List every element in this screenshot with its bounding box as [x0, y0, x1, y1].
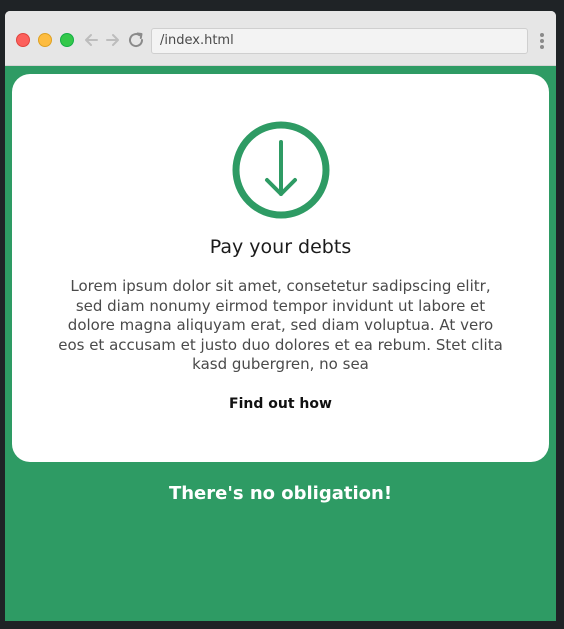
footer-tagline: There's no obligation! [168, 483, 393, 504]
card-title: Pay your debts [209, 236, 352, 258]
browser-titlebar: /index.html [5, 11, 556, 66]
browser-menu-button[interactable] [539, 33, 545, 49]
menu-dot-icon [540, 39, 544, 43]
download-arrow-circle-icon [232, 121, 330, 219]
back-button[interactable] [81, 29, 101, 51]
reload-button[interactable] [126, 29, 146, 51]
card-body-text: Lorem ipsum dolor sit amet, consetetur s… [58, 277, 503, 373]
maximize-window-button[interactable] [60, 33, 74, 47]
menu-dot-icon [540, 33, 544, 37]
arrow-right-icon [106, 34, 119, 46]
close-window-button[interactable] [16, 33, 30, 47]
minimize-window-button[interactable] [38, 33, 52, 47]
find-out-how-link[interactable]: Find out how [12, 396, 549, 412]
arrow-left-icon [85, 34, 98, 46]
info-card: Pay your debts Lorem ipsum dolor sit ame… [12, 74, 549, 462]
reload-icon [129, 32, 144, 48]
page-viewport: Pay your debts Lorem ipsum dolor sit ame… [5, 66, 556, 621]
menu-dot-icon [540, 45, 544, 49]
browser-window: /index.html Pay your debts Lorem ipsum d… [5, 11, 556, 621]
address-bar[interactable]: /index.html [151, 28, 528, 54]
forward-button[interactable] [103, 29, 123, 51]
